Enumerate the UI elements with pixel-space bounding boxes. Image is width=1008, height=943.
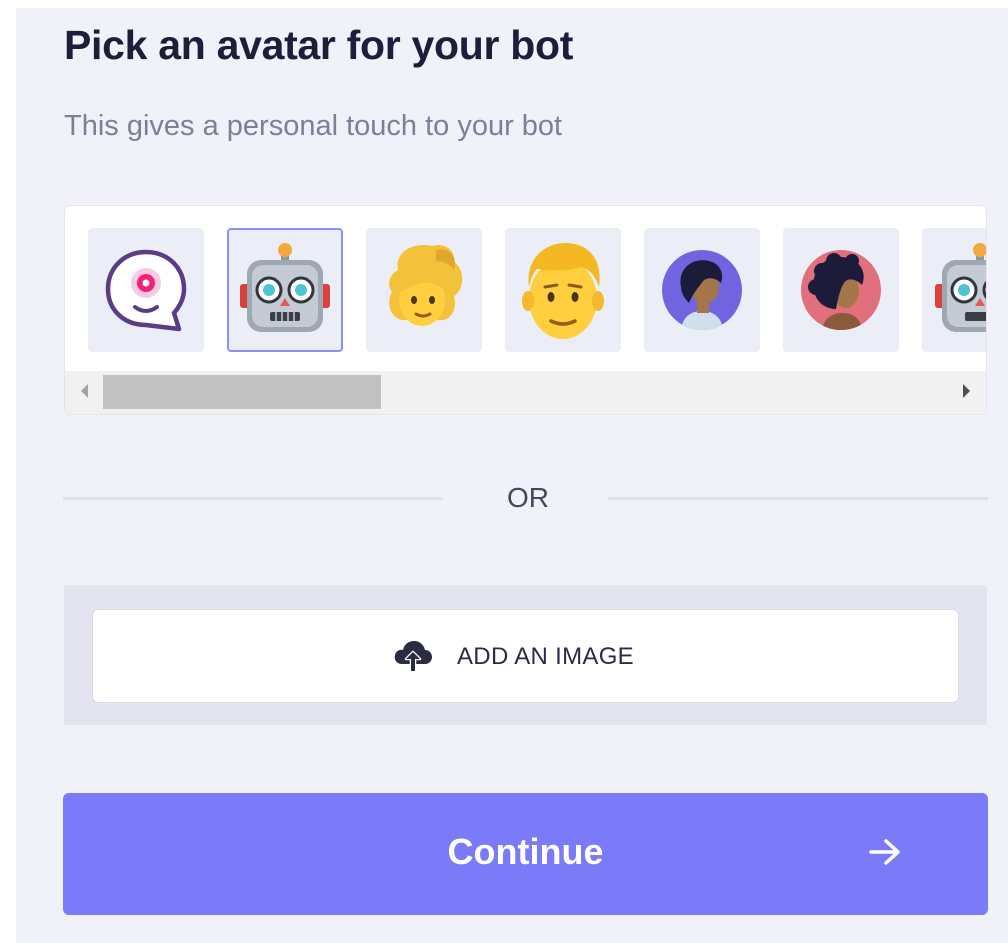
add-image-button[interactable]: ADD AN IMAGE [92,609,959,703]
avatar-option-person-pink[interactable] [783,228,899,352]
add-image-label: ADD AN IMAGE [457,643,634,670]
avatar-option-woman[interactable] [366,228,482,352]
horizontal-scrollbar[interactable] [65,371,986,414]
cloud-upload-icon [394,641,432,673]
avatar-option-robot[interactable] [227,228,343,352]
avatar-option-robot-2[interactable] [922,228,986,352]
continue-label: Continue [447,831,604,872]
page-title: Pick an avatar for your bot [64,22,574,68]
man-blond-icon [522,243,604,339]
scroll-left-arrow-icon[interactable] [81,384,88,398]
avatar-picker [64,205,987,415]
scrollbar-thumb[interactable] [103,375,381,409]
or-divider-label: OR [507,482,549,513]
image-upload-dropzone[interactable]: ADD AN IMAGE [64,585,987,725]
woman-blond-icon [389,244,463,326]
robot-face-icon [240,243,330,332]
robot-face-icon [935,243,986,332]
avatar-option-speech-bubble[interactable] [88,228,204,352]
scroll-right-arrow-icon[interactable] [963,384,970,398]
page-subtitle: This gives a personal touch to your bot [64,110,563,142]
divider-line-left [63,497,443,500]
speech-bubble-eye-icon [105,249,187,332]
avatar-option-person-purple[interactable] [644,228,760,352]
arrow-right-icon [869,839,900,865]
divider-line-right [608,497,988,500]
person-purple-circle-icon [662,250,742,330]
person-pink-circle-icon [801,250,881,330]
continue-button[interactable]: Continue [63,793,988,915]
avatar-option-man[interactable] [505,228,621,352]
